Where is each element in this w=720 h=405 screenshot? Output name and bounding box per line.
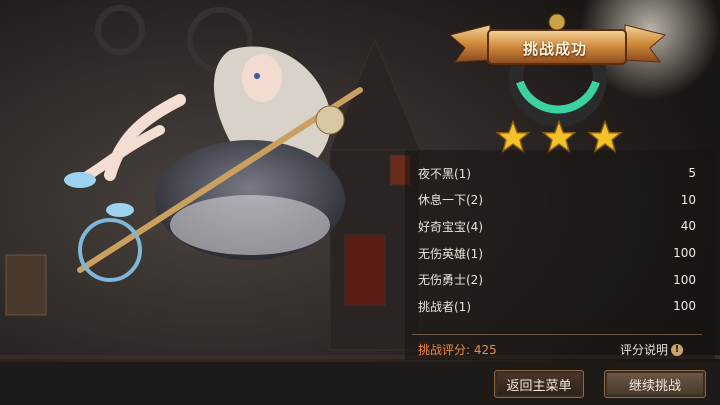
achievement-points: 10 <box>680 192 696 207</box>
achievement-points: 100 <box>673 299 696 314</box>
result-title: 挑战成功 <box>522 40 587 58</box>
star-icon <box>588 120 622 153</box>
star-icon <box>542 120 576 153</box>
achievement-name: 休息一下(2) <box>418 193 483 208</box>
challenge-score: 挑战评分: 425 <box>418 343 497 357</box>
star-rating <box>496 120 626 156</box>
achievement-points: 5 <box>688 166 696 181</box>
divider <box>412 334 702 335</box>
achievement-name: 好奇宝宝(4) <box>418 219 483 234</box>
achievement-row: 无伤勇士(2) 100 <box>418 266 696 293</box>
star-icon <box>496 120 530 153</box>
score-help-link[interactable]: 评分说明 ! <box>620 341 684 358</box>
achievement-row: 无伤英雄(1) 100 <box>418 240 696 267</box>
achievement-row: 休息一下(2) 10 <box>418 187 696 214</box>
score-help-label: 评分说明 <box>620 343 669 357</box>
info-icon: ! <box>671 343 684 356</box>
continue-challenge-button[interactable]: 继续挑战 <box>604 370 706 398</box>
return-main-menu-button[interactable]: 返回主菜单 <box>494 370 584 398</box>
achievement-row: 挑战者(1) 100 <box>418 293 696 320</box>
achievement-points: 100 <box>673 272 696 287</box>
achievement-row: 好奇宝宝(4) 40 <box>418 213 696 240</box>
achievement-list: 夜不黑(1) 5 休息一下(2) 10 好奇宝宝(4) 40 无伤英雄(1) 1… <box>418 160 696 320</box>
achievement-name: 无伤勇士(2) <box>418 273 483 288</box>
achievement-points: 40 <box>680 219 696 234</box>
achievement-row: 夜不黑(1) 5 <box>418 160 696 187</box>
achievement-name: 夜不黑(1) <box>418 166 471 181</box>
achievement-points: 100 <box>673 246 696 261</box>
achievement-name: 无伤英雄(1) <box>418 246 483 261</box>
achievement-name: 挑战者(1) <box>418 299 471 314</box>
